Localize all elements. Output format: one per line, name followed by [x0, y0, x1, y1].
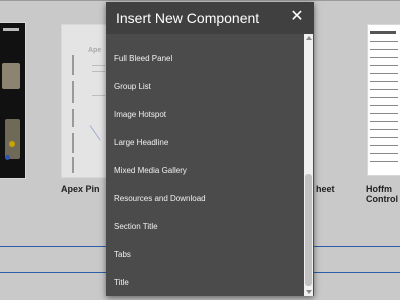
thumbnail-text-line	[370, 41, 398, 42]
card-title-hoffman-line2[interactable]: Control	[366, 194, 398, 204]
close-icon[interactable]: ✕	[289, 8, 305, 26]
thumbnail-text-line	[370, 161, 398, 162]
list-scrollbar[interactable]	[304, 34, 313, 296]
thumbnail-heading	[370, 31, 396, 34]
thumbnail-text-line	[370, 137, 398, 138]
thumbnail-text-line	[370, 73, 398, 74]
chevron-down-icon[interactable]	[306, 290, 312, 294]
thumbnail-text-line	[370, 97, 398, 98]
thumbnail-text-line	[370, 145, 398, 146]
component-option-image-hotspot[interactable]: Image Hotspot	[106, 104, 302, 126]
thumbnail-logo	[3, 28, 19, 31]
thumbnail-text-line	[92, 95, 105, 96]
thumbnail-text-line	[370, 129, 398, 130]
instrument-illustration	[72, 133, 74, 153]
thumbnail-accent-dot	[9, 141, 15, 147]
scrollbar-thumb[interactable]	[305, 174, 312, 286]
thumbnail-product-image	[2, 63, 20, 89]
dialog-header: Insert New Component ✕	[106, 2, 314, 34]
thumbnail-text-line	[370, 57, 398, 58]
thumbnail-heading: Ape	[88, 47, 102, 54]
chevron-up-icon[interactable]	[306, 36, 312, 40]
dialog-title: Insert New Component	[116, 10, 260, 26]
thumbnail-text-line	[92, 65, 105, 66]
component-option-large-headline[interactable]: Large Headline	[106, 132, 302, 154]
component-thumbnail-apex-pin[interactable]: Ape	[62, 25, 108, 177]
component-option-group-list[interactable]: Group List	[106, 76, 302, 98]
instrument-illustration	[72, 157, 74, 173]
thumbnail-text-line	[370, 49, 398, 50]
thumbnail-text-line	[370, 153, 398, 154]
component-option-tabs[interactable]: Tabs	[106, 244, 302, 266]
component-option-full-bleed-panel[interactable]: Full Bleed Panel	[106, 48, 302, 70]
component-option-section-title[interactable]: Section Title	[106, 216, 302, 238]
instrument-illustration	[72, 81, 74, 103]
thumbnail-text-line	[370, 81, 398, 82]
thumbnail-text-line	[92, 71, 105, 72]
component-option-resources-and-download[interactable]: Resources and Download	[106, 188, 302, 210]
thumbnail-callout-line	[89, 125, 101, 141]
component-option-mixed-media-gallery[interactable]: Mixed Media Gallery	[106, 160, 302, 182]
card-title-apex-pin[interactable]: Apex Pin	[61, 184, 100, 194]
thumbnail-accent-dot	[5, 155, 10, 160]
card-title-hoffman-line1[interactable]: Hoffm	[366, 184, 392, 194]
component-thumbnail-spec-sheet[interactable]	[368, 25, 400, 175]
component-list[interactable]: Full Bleed Panel Group List Image Hotspo…	[106, 44, 302, 298]
insert-component-dialog: Insert New Component ✕ Full Bleed Panel …	[106, 2, 314, 296]
instrument-illustration	[72, 55, 74, 75]
component-option-title[interactable]: Title	[106, 272, 302, 294]
thumbnail-text-line	[370, 65, 398, 66]
page-top-border	[0, 0, 400, 1]
thumbnail-text-line	[370, 105, 398, 106]
thumbnail-text-line	[370, 89, 398, 90]
thumbnail-text-line	[370, 113, 398, 114]
thumbnail-product-image	[5, 119, 20, 159]
instrument-illustration	[72, 109, 74, 127]
thumbnail-text-line	[370, 121, 398, 122]
component-thumbnail-poster[interactable]	[0, 23, 25, 178]
card-title-sheet[interactable]: heet	[316, 184, 335, 194]
